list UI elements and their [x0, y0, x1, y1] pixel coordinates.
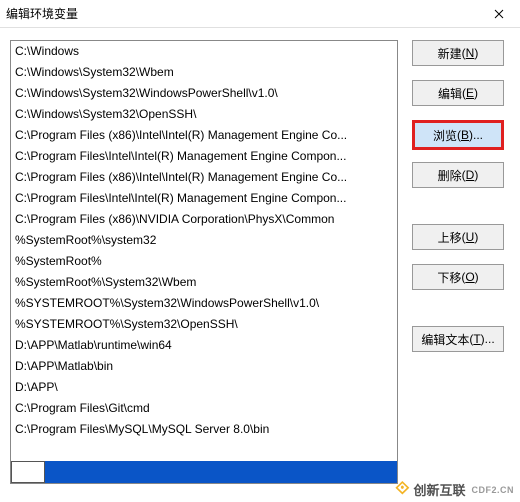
moveup-button[interactable]: 上移(U)	[412, 224, 504, 250]
list-item[interactable]: D:\APP\	[11, 377, 397, 398]
list-item[interactable]: C:\Windows\System32\WindowsPowerShell\v1…	[11, 83, 397, 104]
list-item[interactable]: C:\Program Files (x86)\Intel\Intel(R) Ma…	[11, 167, 397, 188]
delete-button[interactable]: 删除(D)	[412, 162, 504, 188]
accelerator-key: N	[466, 46, 475, 60]
button-label: 编辑文本	[421, 331, 469, 348]
titlebar: 编辑环境变量	[0, 0, 520, 28]
spacer	[412, 202, 504, 224]
accelerator-key: U	[466, 230, 475, 244]
list-item[interactable]: %SYSTEMROOT%\System32\WindowsPowerShell\…	[11, 293, 397, 314]
accelerator-key: E	[466, 86, 474, 100]
button-column: 新建(N) 编辑(E) 浏览(B)... 删除(D) 上移(U) 下移(O) 编…	[412, 40, 504, 484]
dialog-content: C:\Windows C:\Windows\System32\Wbem C:\W…	[0, 28, 520, 496]
button-label: 上移	[438, 229, 462, 246]
edit-button[interactable]: 编辑(E)	[412, 80, 504, 106]
list-item[interactable]: %SystemRoot%	[11, 251, 397, 272]
edit-cell-handle[interactable]	[11, 461, 45, 483]
list-item[interactable]: C:\Program Files (x86)\NVIDIA Corporatio…	[11, 209, 397, 230]
list-item[interactable]: %SystemRoot%\system32	[11, 230, 397, 251]
button-label: 编辑	[438, 85, 462, 102]
list-item[interactable]: D:\APP\Matlab\runtime\win64	[11, 335, 397, 356]
new-button[interactable]: 新建(N)	[412, 40, 504, 66]
button-label: 浏览	[433, 127, 457, 144]
watermark-brand: 创新互联	[413, 480, 465, 499]
accelerator-key: O	[465, 270, 474, 284]
list-item[interactable]: C:\Program Files (x86)\Intel\Intel(R) Ma…	[11, 125, 397, 146]
button-label: 下移	[437, 269, 461, 286]
list-item[interactable]: C:\Program Files\MySQL\MySQL Server 8.0\…	[11, 419, 397, 440]
accelerator-key: B	[461, 128, 469, 142]
path-listbox[interactable]: C:\Windows C:\Windows\System32\Wbem C:\W…	[10, 40, 398, 484]
close-button[interactable]	[484, 0, 514, 28]
movedown-button[interactable]: 下移(O)	[412, 264, 504, 290]
list-item[interactable]: C:\Windows	[11, 41, 397, 62]
close-icon	[494, 6, 504, 22]
list-item[interactable]: C:\Program Files\Git\cmd	[11, 398, 397, 419]
new-item-editor[interactable]	[11, 461, 397, 483]
edit-cell-input[interactable]	[45, 461, 397, 483]
watermark: ⟐ 创新互联 CDF2.CN	[395, 479, 514, 500]
list-item[interactable]: D:\APP\Matlab\bin	[11, 356, 397, 377]
watermark-logo-icon: ⟐	[395, 478, 409, 499]
list-item[interactable]: %SystemRoot%\System32\Wbem	[11, 272, 397, 293]
list-item[interactable]: C:\Windows\System32\OpenSSH\	[11, 104, 397, 125]
spacer	[412, 304, 504, 326]
watermark-sub: CDF2.CN	[471, 485, 514, 495]
window-title: 编辑环境变量	[6, 5, 484, 22]
list-item[interactable]: C:\Program Files\Intel\Intel(R) Manageme…	[11, 188, 397, 209]
list-item[interactable]: C:\Windows\System32\Wbem	[11, 62, 397, 83]
button-label: 新建	[438, 45, 462, 62]
button-label: 删除	[438, 167, 462, 184]
accelerator-key: T	[473, 332, 480, 346]
accelerator-key: D	[466, 168, 475, 182]
edittext-button[interactable]: 编辑文本(T)...	[412, 326, 504, 352]
list-item[interactable]: C:\Program Files\Intel\Intel(R) Manageme…	[11, 146, 397, 167]
browse-button[interactable]: 浏览(B)...	[412, 120, 504, 150]
list-item[interactable]: %SYSTEMROOT%\System32\OpenSSH\	[11, 314, 397, 335]
